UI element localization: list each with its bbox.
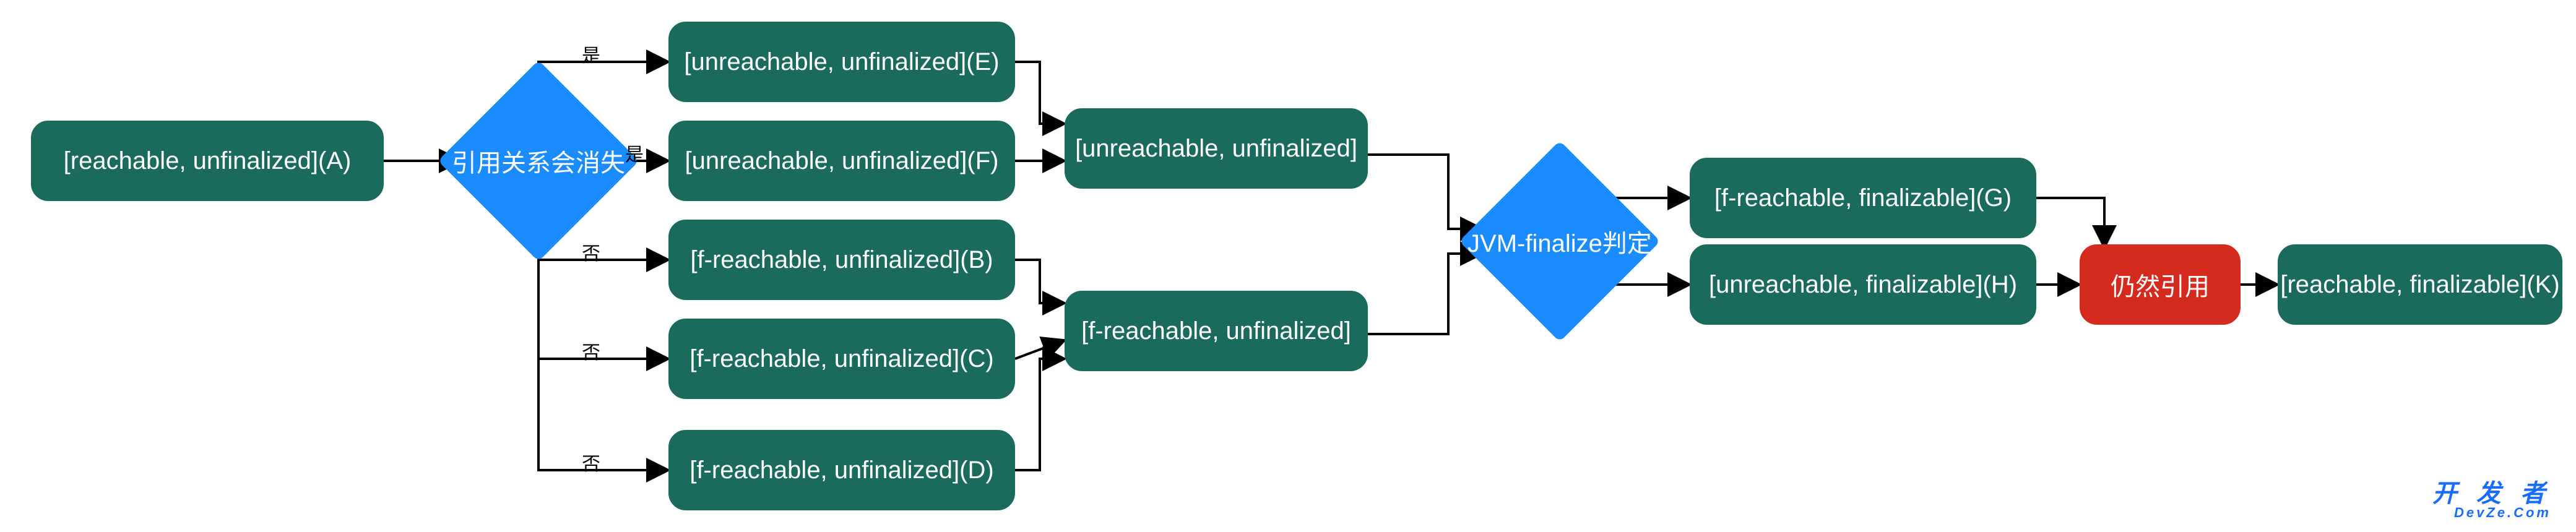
node-unreachable-merge: [unreachable, unfinalized] [1065,108,1368,189]
node-f: [unreachable, unfinalized](F) [668,121,1015,201]
node-e: [unreachable, unfinalized](E) [668,22,1015,102]
node-a: [reachable, unfinalized](A) [31,121,384,201]
edge-label-no-b: 否 [582,238,600,265]
watermark-main: 开 发 者 [2432,480,2551,507]
node-g: [f-reachable, finalizable](G) [1690,158,2036,238]
edge-label-no-c: 否 [582,337,600,364]
node-freachable-merge: [f-reachable, unfinalized] [1065,291,1368,371]
diamond-reference-loss: 引用关系会消失 [438,60,639,261]
node-d: [f-reachable, unfinalized](D) [668,430,1015,510]
edge-label-yes-f: 是 [625,139,644,166]
watermark: 开 发 者 DevZe.Com [2432,481,2551,520]
node-k: [reachable, finalizable](K) [2278,244,2562,325]
diamond-reference-loss-label: 引用关系会消失 [452,143,625,179]
edge-label-no-d: 否 [582,448,600,476]
node-h: [unreachable, finalizable](H) [1690,244,2036,325]
node-still-referenced: 仍然引用 [2080,244,2241,325]
edge-label-yes-e: 是 [582,40,600,67]
diamond-jvm-finalize: JVM-finalize判定 [1459,140,1660,341]
node-c: [f-reachable, unfinalized](C) [668,319,1015,399]
node-b: [f-reachable, unfinalized](B) [668,220,1015,300]
watermark-sub: DevZe.Com [2432,506,2551,520]
diamond-jvm-finalize-label: JVM-finalize判定 [1467,223,1652,259]
